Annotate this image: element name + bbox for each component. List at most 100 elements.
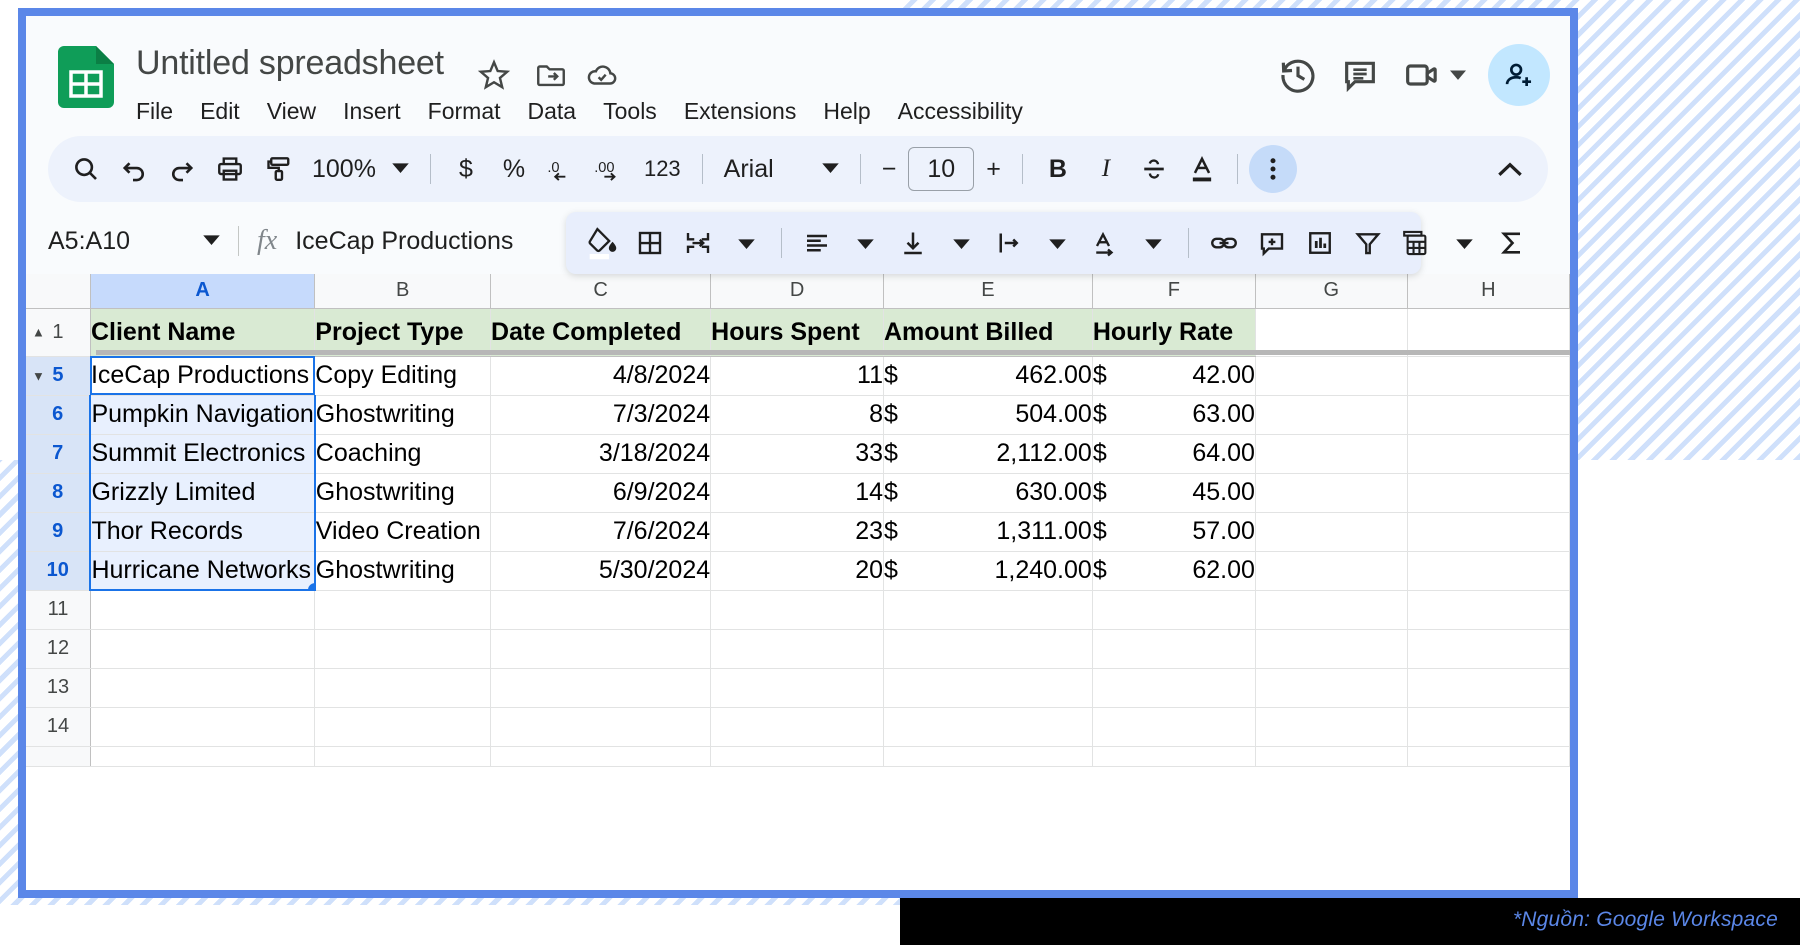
cloud-saved-icon[interactable] [585, 58, 619, 92]
decrease-decimal-button[interactable]: .0 [538, 145, 586, 193]
cell-c7[interactable]: 3/18/2024 [490, 434, 712, 474]
cell-c15[interactable] [490, 746, 712, 767]
paint-format-icon[interactable] [254, 145, 302, 193]
cell-g7[interactable] [1255, 434, 1408, 474]
spreadsheet-grid[interactable]: A B C D E F G H ▲ 1 Client Name Project … [26, 274, 1570, 890]
row-header-12[interactable]: 12 [26, 629, 91, 669]
cell-d9[interactable]: 23 [710, 512, 884, 552]
row-header-7[interactable]: 7 [26, 434, 91, 474]
cell-f11[interactable] [1092, 590, 1256, 630]
cell-g14[interactable] [1255, 707, 1408, 747]
column-header-a[interactable]: A [90, 274, 316, 309]
header-cell-hourly-rate[interactable]: Hourly Rate [1092, 308, 1256, 357]
undo-icon[interactable] [110, 145, 158, 193]
cell-h11[interactable] [1407, 590, 1570, 630]
collapse-toolbar-button[interactable] [1486, 145, 1534, 193]
cell-g11[interactable] [1255, 590, 1408, 630]
cell-d5[interactable]: 11 [710, 356, 884, 396]
name-box[interactable]: A5:A10 [48, 227, 220, 256]
decrease-font-size-button[interactable]: − [882, 155, 897, 184]
chevron-down-icon[interactable] [203, 232, 220, 250]
cell-a5[interactable]: IceCap Productions [90, 356, 316, 396]
cell-e6[interactable]: $ 504.00 [883, 395, 1093, 435]
row-header-5[interactable]: ▼ 5 [26, 356, 91, 396]
menu-item-edit[interactable]: Edit [200, 98, 240, 125]
formula-input[interactable]: IceCap Productions [295, 227, 513, 256]
row-header-14[interactable]: 14 [26, 707, 91, 747]
cell-h6[interactable] [1407, 395, 1570, 435]
cell-a10[interactable]: Hurricane Networks [89, 551, 316, 591]
row-header-8[interactable]: 8 [26, 473, 91, 513]
cell-c14[interactable] [490, 707, 712, 747]
row-header-6[interactable]: 6 [26, 395, 91, 435]
chevron-down-icon[interactable] [841, 219, 889, 267]
fill-color-icon[interactable] [578, 219, 626, 267]
cell-e7[interactable]: $ 2,112.00 [883, 434, 1093, 474]
document-title[interactable]: Untitled spreadsheet [136, 44, 444, 83]
chevron-down-icon[interactable] [1129, 219, 1177, 267]
functions-menu-icon[interactable] [1392, 219, 1440, 267]
cell-h14[interactable] [1407, 707, 1570, 747]
cell-f14[interactable] [1092, 707, 1256, 747]
video-call-icon[interactable] [1402, 55, 1442, 95]
header-cell-project-type[interactable]: Project Type [314, 308, 492, 357]
cell-a7[interactable]: Summit Electronics [89, 434, 316, 474]
menu-item-help[interactable]: Help [823, 98, 870, 125]
cell-g8[interactable] [1255, 473, 1408, 513]
vertical-align-icon[interactable] [889, 219, 937, 267]
cell-a15[interactable] [90, 746, 316, 767]
cell-e10[interactable]: $ 1,240.00 [883, 551, 1093, 591]
cell-d7[interactable]: 33 [710, 434, 884, 474]
cell-f5[interactable]: $ 42.00 [1092, 356, 1256, 396]
insert-chart-icon[interactable] [1296, 219, 1344, 267]
cell-g6[interactable] [1255, 395, 1408, 435]
cell-f15[interactable] [1092, 746, 1256, 767]
row-header-1[interactable]: ▲ 1 [26, 308, 91, 357]
cell-c12[interactable] [490, 629, 712, 669]
menu-item-file[interactable]: File [136, 98, 173, 125]
cell-g10[interactable] [1255, 551, 1408, 591]
insert-link-icon[interactable] [1200, 219, 1248, 267]
cell-h5[interactable] [1407, 356, 1570, 396]
menu-item-format[interactable]: Format [428, 98, 501, 125]
cell-b11[interactable] [314, 590, 492, 630]
row-header-13[interactable]: 13 [26, 668, 91, 708]
cell-d12[interactable] [710, 629, 884, 669]
bold-button[interactable]: B [1034, 145, 1082, 193]
cell-c11[interactable] [490, 590, 712, 630]
cell-c13[interactable] [490, 668, 712, 708]
cell-c9[interactable]: 7/6/2024 [490, 512, 712, 552]
column-header-h[interactable]: H [1407, 274, 1570, 309]
cell-b8[interactable]: Ghostwriting [314, 473, 492, 513]
cell-g9[interactable] [1255, 512, 1408, 552]
cell-b13[interactable] [314, 668, 492, 708]
cell-e14[interactable] [883, 707, 1093, 747]
cell-h12[interactable] [1407, 629, 1570, 669]
cell-h15[interactable] [1407, 746, 1570, 767]
search-icon[interactable] [62, 145, 110, 193]
cell-f7[interactable]: $ 64.00 [1092, 434, 1256, 474]
row-header-11[interactable]: 11 [26, 590, 91, 630]
row-header-15[interactable] [26, 746, 91, 767]
cell-c10[interactable]: 5/30/2024 [490, 551, 712, 591]
select-all-corner[interactable] [26, 274, 91, 309]
cell-e11[interactable] [883, 590, 1093, 630]
row-header-10[interactable]: 10 [26, 551, 91, 591]
cell-d15[interactable] [710, 746, 884, 767]
menu-item-data[interactable]: Data [528, 98, 577, 125]
header-cell-amount-billed[interactable]: Amount Billed [883, 308, 1093, 357]
insert-comment-icon[interactable] [1248, 219, 1296, 267]
chevron-down-icon[interactable] [392, 160, 409, 178]
column-header-e[interactable]: E [883, 274, 1093, 309]
header-cell-h[interactable] [1407, 308, 1570, 357]
chevron-down-icon[interactable] [1450, 67, 1466, 83]
chevron-down-icon[interactable] [821, 160, 839, 178]
cell-b12[interactable] [314, 629, 492, 669]
cell-h13[interactable] [1407, 668, 1570, 708]
cell-e9[interactable]: $ 1,311.00 [883, 512, 1093, 552]
filter-icon[interactable] [1344, 219, 1392, 267]
collapse-group-icon[interactable]: ▲ [32, 325, 45, 340]
merge-cells-icon[interactable] [674, 219, 722, 267]
cell-g13[interactable] [1255, 668, 1408, 708]
column-header-d[interactable]: D [710, 274, 884, 309]
